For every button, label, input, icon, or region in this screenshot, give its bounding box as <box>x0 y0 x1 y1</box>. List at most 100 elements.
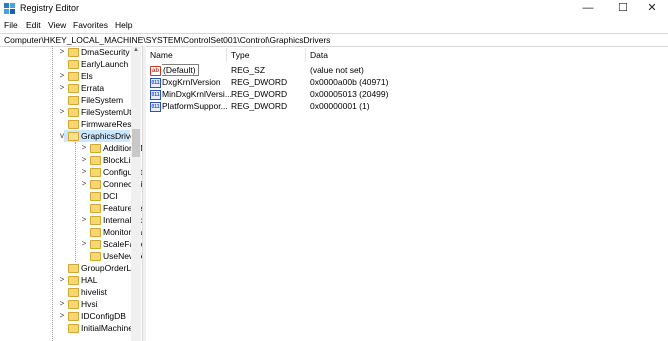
chevron-right-icon[interactable]: > <box>58 298 66 310</box>
column-divider[interactable] <box>305 48 306 62</box>
value-name-text: (Default) <box>162 64 199 76</box>
folder-icon <box>68 84 79 93</box>
menu-favorites[interactable]: Favorites <box>73 20 108 30</box>
value-row[interactable]: 011 DxgKrnlVersion REG_DWORD 0x0000a00b (40… <box>146 76 668 88</box>
tree-item[interactable]: MonitorDat <box>0 226 142 238</box>
value-data: 0x0000a00b (40971) <box>310 77 389 87</box>
tree-item[interactable]: >AdditionalM <box>0 142 142 154</box>
window-title: Registry Editor <box>20 3 80 13</box>
folder-icon <box>90 240 101 249</box>
folder-icon <box>68 48 79 57</box>
close-button[interactable]: ✕ <box>636 0 668 18</box>
tree-item[interactable]: EarlyLaunch <box>0 58 130 70</box>
chevron-right-icon <box>58 118 66 130</box>
folder-icon <box>68 300 79 309</box>
folder-icon <box>90 168 101 177</box>
column-divider[interactable] <box>226 48 227 62</box>
folder-icon <box>90 156 101 165</box>
folder-icon <box>90 204 101 213</box>
address-path[interactable]: Computer\HKEY_LOCAL_MACHINE\SYSTEM\Contr… <box>4 34 330 46</box>
chevron-right-icon[interactable]: > <box>80 238 88 250</box>
chevron-right-icon <box>80 190 88 202</box>
folder-icon <box>90 252 101 261</box>
tree-item[interactable]: FileSystem <box>0 94 130 106</box>
menu-view[interactable]: View <box>48 20 66 30</box>
chevron-right-icon <box>80 250 88 262</box>
tree-item[interactable]: GroupOrderLis <box>0 262 137 274</box>
tree-item[interactable]: FirmwareReso <box>0 118 136 130</box>
tree-item[interactable]: InitialMachine <box>0 322 133 334</box>
chevron-right-icon[interactable]: > <box>58 70 66 82</box>
chevron-right-icon <box>80 226 88 238</box>
tree-item[interactable]: DCI <box>0 190 130 202</box>
tree-item-label: HAL <box>81 275 98 285</box>
title-bar: Registry Editor — ☐ ✕ <box>0 0 668 18</box>
tree-item[interactable]: UseNewKey <box>0 250 142 262</box>
folder-icon <box>68 288 79 297</box>
folder-icon <box>68 276 79 285</box>
folder-icon <box>68 312 79 321</box>
chevron-right-icon[interactable]: > <box>80 166 88 178</box>
menu-help[interactable]: Help <box>115 20 132 30</box>
chevron-right-icon <box>80 202 88 214</box>
tree-item-label: GroupOrderLis <box>81 263 138 273</box>
tree-item-label: IDConfigDB <box>81 311 126 321</box>
value-row[interactable]: 011 PlatformSuppor... REG_DWORD 0x00000001 … <box>146 100 668 112</box>
tree-item[interactable]: >ScaleFactor <box>0 238 142 250</box>
chevron-right-icon[interactable]: > <box>80 178 88 190</box>
scroll-up-icon[interactable]: ▲ <box>131 46 141 54</box>
tree-item[interactable]: > Configurati <box>0 166 142 178</box>
tree-item[interactable]: > Hvsi <box>0 298 130 310</box>
address-bar[interactable]: Computer\HKEY_LOCAL_MACHINE\SYSTEM\Contr… <box>0 33 668 47</box>
tree-item[interactable]: > HAL <box>0 274 130 286</box>
column-header-name[interactable]: Name <box>150 50 173 60</box>
chevron-right-icon <box>58 94 66 106</box>
tree-item[interactable]: > BlockList <box>0 154 137 166</box>
tree-item-label: Els <box>81 71 93 81</box>
value-data: 0x00000001 (1) <box>310 101 370 111</box>
chevron-right-icon[interactable]: > <box>80 214 88 226</box>
tree-item[interactable]: FeatureSetU <box>0 202 142 214</box>
tree-item[interactable]: hivelist <box>0 286 130 298</box>
menu-file[interactable]: File <box>4 20 18 30</box>
tree-item[interactable]: > IDConfigDB <box>0 310 130 322</box>
value-type: REG_DWORD <box>231 101 288 111</box>
dword-value-icon: 011 <box>150 102 161 112</box>
folder-icon <box>68 60 79 69</box>
value-row[interactable]: ab (Default) REG_SZ (value not set) <box>146 64 668 76</box>
chevron-down-icon[interactable]: v <box>58 130 66 142</box>
chevron-right-icon[interactable]: > <box>80 154 88 166</box>
maximize-button[interactable]: ☐ <box>607 0 639 18</box>
tree-scrollbar[interactable]: ▲ <box>131 46 141 341</box>
chevron-right-icon <box>58 286 66 298</box>
chevron-right-icon[interactable]: > <box>58 310 66 322</box>
tree-item[interactable]: > InternalMo <box>0 214 142 226</box>
tree-item[interactable]: v GraphicsDrive <box>60 130 135 142</box>
tree-item[interactable]: > Connectivit <box>0 178 142 190</box>
value-name: MinDxgKrnlVersi... <box>162 89 232 99</box>
column-header-data[interactable]: Data <box>310 50 328 60</box>
column-header-type[interactable]: Type <box>231 50 249 60</box>
value-row[interactable]: 011 MinDxgKrnlVersi... REG_DWORD 0x00005013… <box>146 88 668 100</box>
folder-icon <box>68 324 79 333</box>
chevron-right-icon[interactable]: > <box>58 106 66 118</box>
dword-value-icon: 011 <box>150 90 161 100</box>
tree-item[interactable]: > Els <box>0 70 130 82</box>
folder-icon <box>68 72 79 81</box>
chevron-right-icon[interactable]: > <box>58 46 66 58</box>
tree-item[interactable]: > DmaSecurity <box>0 46 130 58</box>
chevron-right-icon[interactable]: > <box>58 274 66 286</box>
tree-item[interactable]: > Errata <box>0 82 130 94</box>
tree-item[interactable]: > FileSystemUtil <box>0 106 135 118</box>
chevron-right-icon[interactable]: > <box>58 82 66 94</box>
menu-bar: File Edit View Favorites Help <box>0 18 668 33</box>
chevron-right-icon <box>58 262 66 274</box>
tree-item-label: Hvsi <box>81 299 98 309</box>
tree-item-label: hivelist <box>81 287 107 297</box>
menu-edit[interactable]: Edit <box>26 20 41 30</box>
chevron-right-icon[interactable]: > <box>80 142 88 154</box>
tree-item-label: DCI <box>103 191 118 201</box>
scroll-thumb[interactable] <box>132 129 140 157</box>
value-type: REG_DWORD <box>231 89 288 99</box>
minimize-button[interactable]: — <box>572 0 604 18</box>
